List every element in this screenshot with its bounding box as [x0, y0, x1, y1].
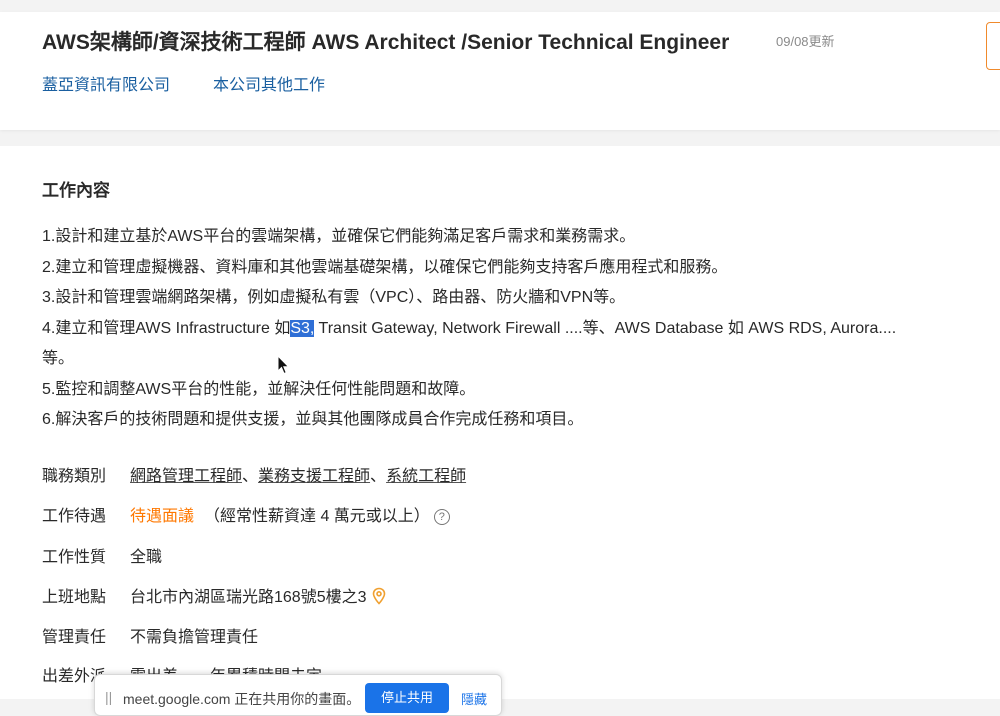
- info-row-job-type: 工作性質 全職: [42, 543, 162, 567]
- share-status-text: meet.google.com 正在共用你的畫面。: [123, 691, 361, 707]
- company-link[interactable]: 蓋亞資訊有限公司: [42, 71, 170, 95]
- desc-line-4: 4.建立和管理AWS Infrastructure 如S3, Transit G…: [42, 314, 992, 345]
- desc-line-3: 3.設計和管理雲端網路架構，例如虛擬私有雲（VPC）、路由器、防火牆和VPN等。: [42, 289, 626, 306]
- desc-line-2: 2.建立和管理虛擬機器、資料庫和其他雲端基礎架構，以確保它們能夠支持客戶應用程式…: [42, 258, 728, 276]
- job-title: AWS架構師/資深技術工程師 AWS Architect /Senior Tec…: [42, 31, 730, 54]
- salary-note: （經常性薪資達 4 萬元或以上）: [204, 508, 430, 525]
- stop-sharing-button[interactable]: 停止共用: [365, 683, 449, 713]
- category-link-business-support[interactable]: 業務支援工程師: [258, 468, 370, 485]
- category-link-system-engineer[interactable]: 系統工程師: [386, 468, 466, 485]
- top-strip: [0, 0, 1000, 12]
- category-link-network-admin[interactable]: 網路管理工程師: [130, 468, 242, 485]
- mouse-cursor-icon: [277, 355, 290, 375]
- desc-line-5: 5.監控和調整AWS平台的性能，並解決任何性能問題和故障。: [42, 380, 476, 398]
- desc-line-6: 6.解決客戶的技術問題和提供支援，並與其他團隊成員合作完成任務和項目。: [42, 411, 584, 428]
- desc-line-4-rest: Transit Gateway, Network Firewall ....等、…: [314, 319, 897, 337]
- other-jobs-link[interactable]: 本公司其他工作: [213, 71, 325, 95]
- location-label: 上班地點: [42, 589, 107, 606]
- map-pin-icon[interactable]: [371, 587, 387, 605]
- location-value: 台北市內湖區瑞光路168號5樓之3: [130, 589, 367, 606]
- category-separator: 、: [242, 468, 259, 485]
- screen-share-bar: || meet.google.com 正在共用你的畫面。 停止共用 隱藏: [94, 674, 502, 716]
- management-value: 不需負擔管理責任: [130, 629, 259, 646]
- job-description: 1.設計和建立基於AWS平台的雲端架構，並確保它們能夠滿足客戶需求和業務需求。 …: [42, 222, 992, 436]
- category-separator: 、: [370, 468, 387, 485]
- apply-button[interactable]: [986, 22, 1000, 70]
- desc-line-4-start: 4.建立和管理AWS Infrastructure 如: [42, 319, 291, 337]
- salary-value: 待遇面議: [130, 508, 195, 525]
- info-row-management: 管理責任 不需負擔管理責任: [42, 623, 258, 647]
- category-label: 職務類別: [42, 468, 107, 485]
- info-row-location: 上班地點 台北市內湖區瑞光路168號5樓之3: [42, 583, 387, 607]
- desc-line-4-wrap: 等。: [42, 350, 75, 367]
- update-date: 09/08更新: [776, 34, 835, 49]
- job-type-label: 工作性質: [42, 549, 107, 566]
- help-icon[interactable]: ?: [433, 509, 450, 525]
- selected-text: S3,: [290, 319, 315, 337]
- salary-label: 工作待遇: [42, 508, 107, 525]
- drag-handle-icon[interactable]: ||: [105, 689, 112, 705]
- desc-line-1: 1.設計和建立基於AWS平台的雲端架構，並確保它們能夠滿足客戶需求和業務需求。: [42, 228, 636, 245]
- info-row-category: 職務類別 網路管理工程師、業務支援工程師、系統工程師: [42, 462, 466, 486]
- section-title-job-content: 工作內容: [42, 181, 110, 200]
- management-label: 管理責任: [42, 629, 107, 646]
- job-type-value: 全職: [130, 549, 163, 566]
- info-row-salary: 工作待遇 待遇面議 （經常性薪資達 4 萬元或以上）?: [42, 502, 450, 526]
